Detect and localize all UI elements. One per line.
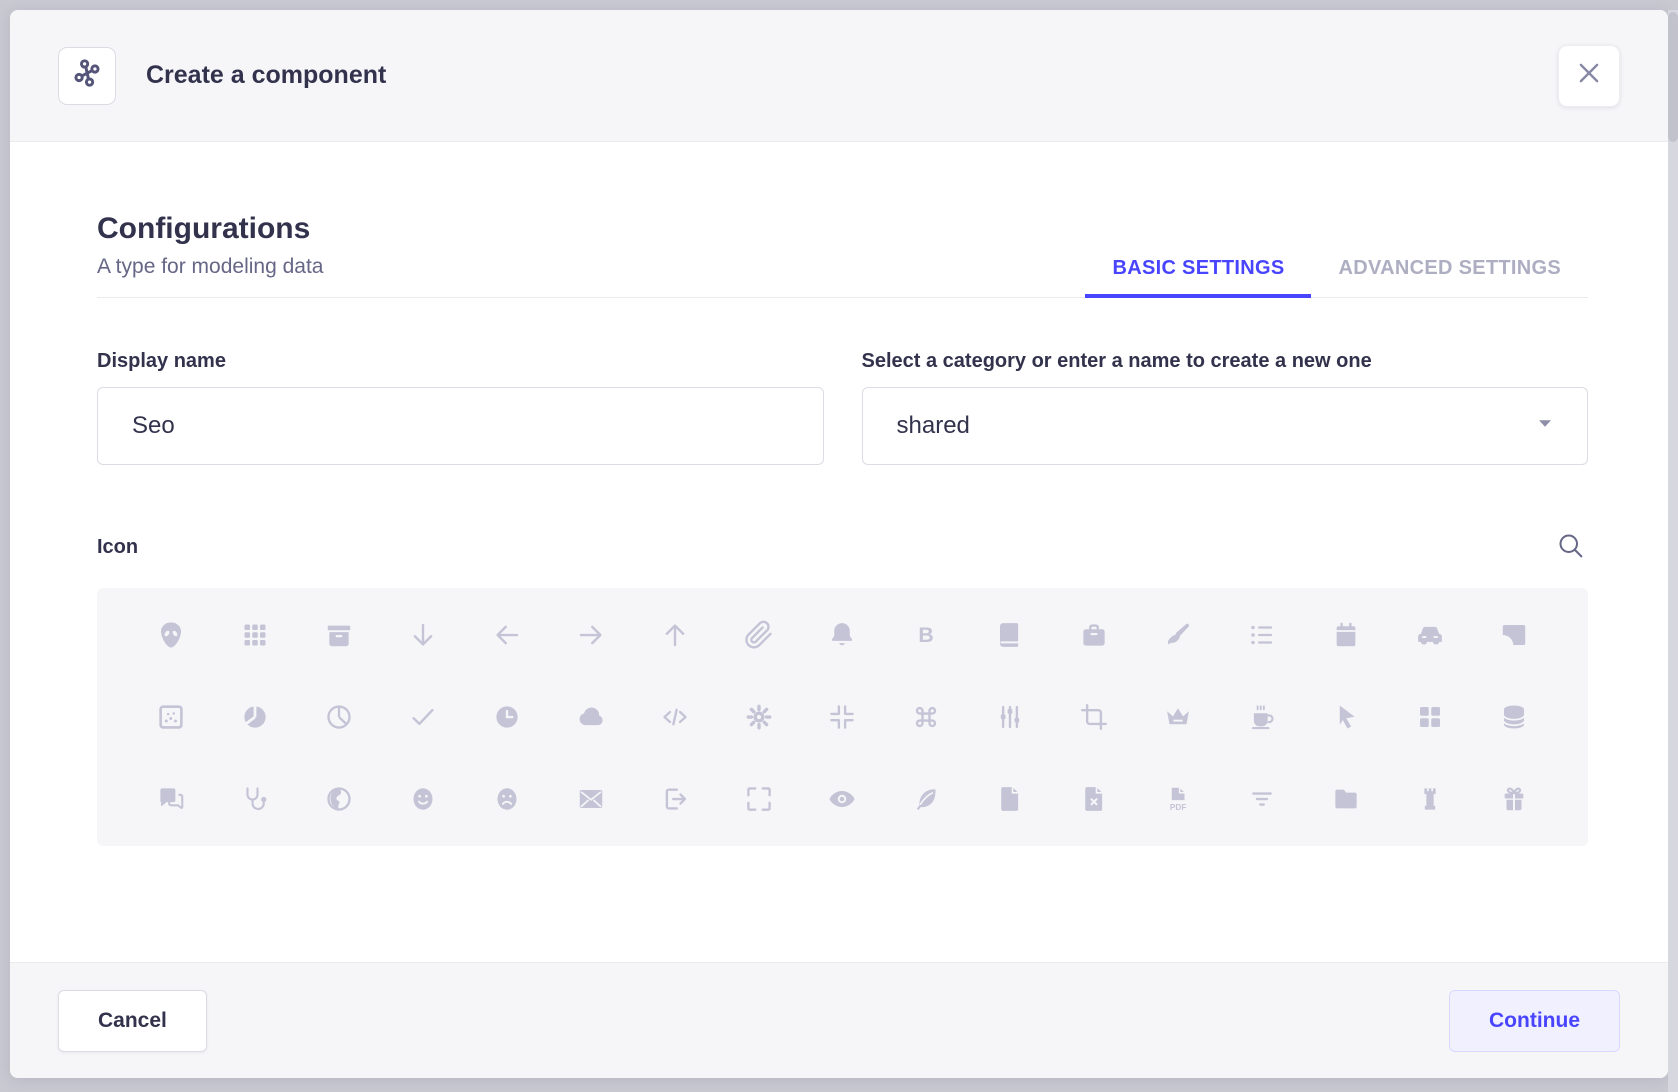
heading-block: Configurations A type for modeling data xyxy=(97,212,323,297)
chart-pie-icon[interactable] xyxy=(322,700,356,734)
component-icon-box xyxy=(58,47,116,105)
chevron-down-icon xyxy=(1533,411,1557,442)
earth-icon[interactable] xyxy=(322,782,356,816)
crown-icon[interactable] xyxy=(1161,700,1195,734)
display-name-label: Display name xyxy=(97,350,824,373)
tabs: BASIC SETTINGS ADVANCED SETTINGS xyxy=(1085,257,1588,297)
display-name-input[interactable] xyxy=(97,387,824,465)
car-icon[interactable] xyxy=(1413,618,1447,652)
icon-section-header: Icon xyxy=(97,529,1588,566)
continue-button[interactable]: Continue xyxy=(1449,990,1620,1052)
archive-icon[interactable] xyxy=(322,618,356,652)
file-error-icon[interactable] xyxy=(1077,782,1111,816)
check-icon[interactable] xyxy=(406,700,440,734)
cog-icon[interactable] xyxy=(742,700,776,734)
chart-bubble-icon[interactable] xyxy=(154,700,188,734)
file-icon[interactable] xyxy=(993,782,1027,816)
category-select-value: shared xyxy=(897,412,970,440)
eye-icon[interactable] xyxy=(825,782,859,816)
component-icon xyxy=(70,56,104,95)
expand-icon[interactable] xyxy=(742,782,776,816)
cast-icon[interactable] xyxy=(1497,618,1531,652)
search-icon xyxy=(1556,531,1586,564)
form-row: Display name Select a category or enter … xyxy=(97,350,1588,465)
bullet-list-icon[interactable] xyxy=(1245,618,1279,652)
collapse-icon[interactable] xyxy=(825,700,859,734)
filter-icon[interactable] xyxy=(1245,782,1279,816)
doctor-icon[interactable] xyxy=(238,782,272,816)
file-pdf-icon[interactable]: PDF xyxy=(1161,782,1195,816)
connector-icon[interactable] xyxy=(993,700,1027,734)
cup-icon[interactable] xyxy=(1245,700,1279,734)
clock-icon[interactable] xyxy=(490,700,524,734)
create-component-modal: Create a component Configurations A type… xyxy=(10,10,1668,1078)
icon-grid: B PDF xyxy=(97,588,1588,846)
book-icon[interactable] xyxy=(993,618,1027,652)
category-label: Select a category or enter a name to cre… xyxy=(862,350,1589,373)
calendar-icon[interactable] xyxy=(1329,618,1363,652)
icon-search-button[interactable] xyxy=(1554,529,1588,566)
bold-icon[interactable]: B xyxy=(909,618,943,652)
modal-header: Create a component xyxy=(10,10,1668,142)
scrollbar-track[interactable] xyxy=(1668,10,1678,1092)
alien-icon[interactable] xyxy=(154,618,188,652)
category-field-group: Select a category or enter a name to cre… xyxy=(862,350,1589,465)
exit-icon[interactable] xyxy=(658,782,692,816)
close-icon xyxy=(1576,60,1602,91)
gate-icon[interactable] xyxy=(1413,782,1447,816)
crop-icon[interactable] xyxy=(1077,700,1111,734)
emotion-happy-icon[interactable] xyxy=(406,782,440,816)
display-name-field-group: Display name xyxy=(97,350,824,465)
database-icon[interactable] xyxy=(1497,700,1531,734)
bell-icon[interactable] xyxy=(825,618,859,652)
close-button[interactable] xyxy=(1558,45,1620,107)
modal-body: Configurations A type for modeling data … xyxy=(10,142,1668,962)
arrow-right-icon[interactable] xyxy=(574,618,608,652)
scrollbar-thumb[interactable] xyxy=(1668,12,1678,142)
feather-icon[interactable] xyxy=(909,782,943,816)
heading-row: Configurations A type for modeling data … xyxy=(97,212,1588,298)
modal-title: Create a component xyxy=(146,61,386,90)
page-heading: Configurations xyxy=(97,212,323,246)
chart-circle-icon[interactable] xyxy=(238,700,272,734)
brush-icon[interactable] xyxy=(1161,618,1195,652)
code-icon[interactable] xyxy=(658,700,692,734)
modal-footer: Cancel Continue xyxy=(10,962,1668,1078)
cursor-icon[interactable] xyxy=(1329,700,1363,734)
cancel-button[interactable]: Cancel xyxy=(58,990,207,1052)
briefcase-icon[interactable] xyxy=(1077,618,1111,652)
apps-icon[interactable] xyxy=(238,618,272,652)
cloud-icon[interactable] xyxy=(574,700,608,734)
discuss-icon[interactable] xyxy=(154,782,188,816)
arrow-up-icon[interactable] xyxy=(658,618,692,652)
dashboard-icon[interactable] xyxy=(1413,700,1447,734)
icon-section-label: Icon xyxy=(97,536,138,559)
tab-basic-settings[interactable]: BASIC SETTINGS xyxy=(1085,257,1311,297)
emotion-unhappy-icon[interactable] xyxy=(490,782,524,816)
category-select[interactable]: shared xyxy=(862,387,1589,465)
envelop-icon[interactable] xyxy=(574,782,608,816)
attachment-icon[interactable] xyxy=(742,618,776,652)
svg-text:B: B xyxy=(919,623,934,647)
screen: { "header": { "title": "Create a compone… xyxy=(0,0,1678,1092)
tab-advanced-settings[interactable]: ADVANCED SETTINGS xyxy=(1311,257,1588,297)
command-icon[interactable] xyxy=(909,700,943,734)
arrow-left-icon[interactable] xyxy=(490,618,524,652)
folder-icon[interactable] xyxy=(1329,782,1363,816)
arrow-down-icon[interactable] xyxy=(406,618,440,652)
svg-text:PDF: PDF xyxy=(1170,803,1187,812)
page-subheading: A type for modeling data xyxy=(97,255,323,279)
gift-icon[interactable] xyxy=(1497,782,1531,816)
